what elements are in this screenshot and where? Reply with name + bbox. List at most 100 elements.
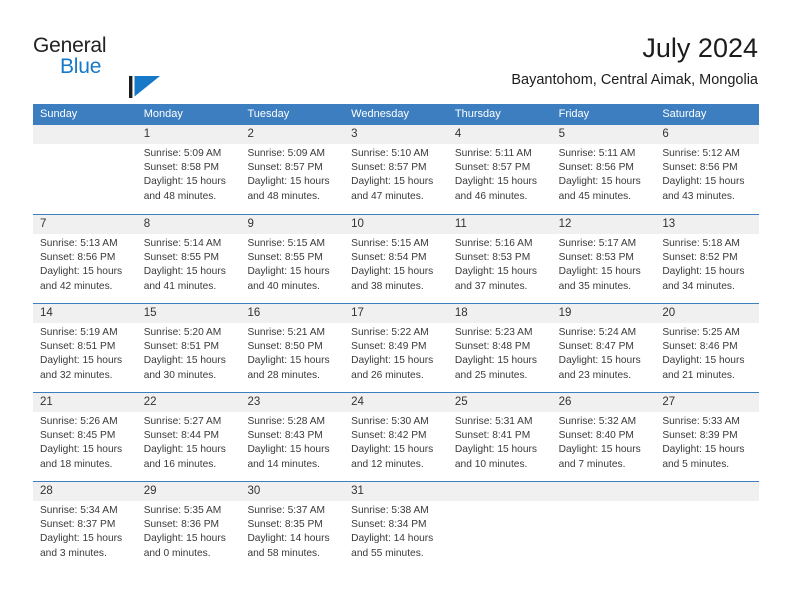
daylight-text: and 21 minutes. [662,369,735,381]
sunrise-text: Sunrise: 5:30 AM [351,416,429,427]
daylight-text: Daylight: 15 hours [351,444,434,456]
sunset-text: Sunset: 8:49 PM [351,341,427,353]
sunrise-text: Sunrise: 5:15 AM [351,238,429,249]
sunset-text: Sunset: 8:34 PM [351,519,427,531]
week-rows: 1 Sunrise: 5:09 AM Sunset: 8:58 PM Daylight… [33,125,760,570]
sunset-text: Sunset: 8:37 PM [40,519,116,531]
day-cell[interactable]: 14 Sunrise: 5:19 AM Sunset: 8:51 PM Dayligh… [33,304,137,392]
daylight-text: and 45 minutes. [558,190,632,202]
daylight-text: and 35 minutes. [558,280,632,292]
day-cell[interactable]: 12 Sunrise: 5:17 AM Sunset: 8:53 PM Dayligh… [551,215,656,303]
day-number: 7 [33,215,137,234]
sunrise-text: Sunrise: 5:23 AM [454,327,533,338]
day-details: Sunrise: 5:31 AM Sunset: 8:41 PM Daylight:… [448,412,552,472]
week-row: 1 Sunrise: 5:09 AM Sunset: 8:58 PM Daylight… [33,125,760,214]
sunset-text: Sunset: 8:42 PM [351,430,427,442]
daylight-text: Daylight: 15 hours [454,355,537,367]
day-cell[interactable]: 28 Sunrise: 5:34 AM Sunset: 8:37 PM Dayligh… [33,482,137,570]
day-cell[interactable]: 6 Sunrise: 5:12 AM Sunset: 8:56 PM Daylight… [655,125,760,214]
day-cell[interactable]: 26 Sunrise: 5:32 AM Sunset: 8:40 PM Dayligh… [551,393,656,481]
daylight-text: Daylight: 15 hours [247,176,330,188]
week-row: 14 Sunrise: 5:19 AM Sunset: 8:51 PM Dayligh… [33,303,760,392]
weekday-header-sunday: Sunday [40,108,78,120]
sunset-text: Sunset: 8:56 PM [662,162,738,174]
day-details: Sunrise: 5:38 AM Sunset: 8:34 PM Daylight:… [344,501,448,561]
sunset-text: Sunset: 8:44 PM [143,430,220,442]
daylight-text: Daylight: 15 hours [454,444,537,456]
day-details: Sunrise: 5:10 AM Sunset: 8:57 PM Daylight:… [344,144,448,204]
daylight-text: Daylight: 15 hours [454,176,537,188]
day-cell[interactable]: 11 Sunrise: 5:16 AM Sunset: 8:53 PM Dayligh… [447,215,552,303]
day-cell[interactable]: 8 Sunrise: 5:14 AM Sunset: 8:55 PM Daylight… [136,215,241,303]
day-cell[interactable]: 24 Sunrise: 5:30 AM Sunset: 8:42 PM Dayligh… [344,393,448,481]
day-details: Sunrise: 5:18 AM Sunset: 8:52 PM Daylight:… [655,234,759,294]
day-cell[interactable]: 27 Sunrise: 5:33 AM Sunset: 8:39 PM Dayligh… [655,393,760,481]
day-number: 1 [136,125,241,144]
day-cell[interactable]: 23 Sunrise: 5:28 AM Sunset: 8:43 PM Dayligh… [240,393,345,481]
day-cell[interactable]: 25 Sunrise: 5:31 AM Sunset: 8:41 PM Dayligh… [447,393,552,481]
sunset-text: Sunset: 8:52 PM [662,252,738,264]
day-details [552,501,656,504]
day-cell[interactable]: 18 Sunrise: 5:23 AM Sunset: 8:48 PM Dayligh… [447,304,552,392]
sunset-text: Sunset: 8:50 PM [247,341,323,353]
day-number: 6 [655,125,760,144]
day-details: Sunrise: 5:33 AM Sunset: 8:39 PM Daylight:… [655,412,759,472]
day-details: Sunrise: 5:11 AM Sunset: 8:57 PM Daylight:… [448,144,552,204]
sunrise-text: Sunrise: 5:38 AM [351,505,429,516]
sunrise-text: Sunrise: 5:21 AM [247,327,326,338]
day-cell[interactable]: 3 Sunrise: 5:10 AM Sunset: 8:57 PM Daylight… [344,125,448,214]
day-cell-empty [33,125,137,214]
sunrise-text: Sunrise: 5:25 AM [662,327,740,338]
day-cell-empty [655,482,760,570]
day-details: Sunrise: 5:25 AM Sunset: 8:46 PM Daylight:… [655,323,759,383]
day-cell-empty [447,482,552,570]
day-cell[interactable]: 10 Sunrise: 5:15 AM Sunset: 8:54 PM Dayligh… [344,215,448,303]
day-cell[interactable]: 7 Sunrise: 5:13 AM Sunset: 8:56 PM Daylight… [33,215,137,303]
sunrise-text: Sunrise: 5:28 AM [247,416,326,427]
day-cell[interactable]: 17 Sunrise: 5:22 AM Sunset: 8:49 PM Dayligh… [344,304,448,392]
day-details: Sunrise: 5:13 AM Sunset: 8:56 PM Daylight:… [33,234,137,294]
day-number: 11 [447,215,552,234]
day-details: Sunrise: 5:24 AM Sunset: 8:47 PM Daylight:… [552,323,656,383]
daylight-text: and 38 minutes. [351,280,424,292]
day-cell[interactable]: 4 Sunrise: 5:11 AM Sunset: 8:57 PM Daylight… [447,125,552,214]
sunset-text: Sunset: 8:39 PM [662,430,738,442]
day-number: 26 [551,393,656,412]
daylight-text: and 18 minutes. [40,458,113,470]
day-number: 3 [344,125,448,144]
brand-name-blue: Blue [60,55,102,78]
daylight-text: Daylight: 15 hours [143,533,226,545]
day-cell[interactable]: 1 Sunrise: 5:09 AM Sunset: 8:58 PM Daylight… [136,125,241,214]
day-cell[interactable]: 21 Sunrise: 5:26 AM Sunset: 8:45 PM Dayligh… [33,393,137,481]
day-cell[interactable]: 5 Sunrise: 5:11 AM Sunset: 8:56 PM Daylight… [551,125,656,214]
sunset-text: Sunset: 8:57 PM [351,162,427,174]
day-number: 14 [33,304,137,323]
day-cell[interactable]: 29 Sunrise: 5:35 AM Sunset: 8:36 PM Dayligh… [136,482,241,570]
sunset-text: Sunset: 8:56 PM [558,162,634,174]
day-cell[interactable]: 2 Sunrise: 5:09 AM Sunset: 8:57 PM Daylight… [240,125,345,214]
day-number [33,125,137,144]
daylight-text: Daylight: 15 hours [351,355,434,367]
daylight-text: Daylight: 15 hours [558,266,641,278]
day-cell[interactable]: 31 Sunrise: 5:38 AM Sunset: 8:34 PM Dayligh… [344,482,448,570]
day-details: Sunrise: 5:37 AM Sunset: 8:35 PM Daylight:… [240,501,344,561]
daylight-text: and 34 minutes. [662,280,735,292]
day-details [448,501,552,504]
sunrise-text: Sunrise: 5:17 AM [558,238,637,249]
day-cell[interactable]: 22 Sunrise: 5:27 AM Sunset: 8:44 PM Dayligh… [136,393,241,481]
day-cell[interactable]: 19 Sunrise: 5:24 AM Sunset: 8:47 PM Dayligh… [551,304,656,392]
daylight-text: Daylight: 15 hours [247,266,330,278]
day-cell[interactable]: 9 Sunrise: 5:15 AM Sunset: 8:55 PM Daylight… [240,215,345,303]
day-cell[interactable]: 30 Sunrise: 5:37 AM Sunset: 8:35 PM Dayligh… [240,482,345,570]
day-cell[interactable]: 16 Sunrise: 5:21 AM Sunset: 8:50 PM Dayligh… [240,304,345,392]
daylight-text: and 30 minutes. [143,369,217,381]
day-cell[interactable]: 20 Sunrise: 5:25 AM Sunset: 8:46 PM Dayligh… [655,304,760,392]
day-number: 2 [240,125,345,144]
sunset-text: Sunset: 8:45 PM [40,430,116,442]
day-cell[interactable]: 13 Sunrise: 5:18 AM Sunset: 8:52 PM Dayligh… [655,215,760,303]
daylight-text: Daylight: 15 hours [143,266,226,278]
weekday-header-monday: Monday [143,108,183,120]
daylight-text: and 48 minutes. [143,190,217,202]
day-cell[interactable]: 15 Sunrise: 5:20 AM Sunset: 8:51 PM Dayligh… [136,304,241,392]
brand-logo[interactable]: General Blue [33,34,163,98]
